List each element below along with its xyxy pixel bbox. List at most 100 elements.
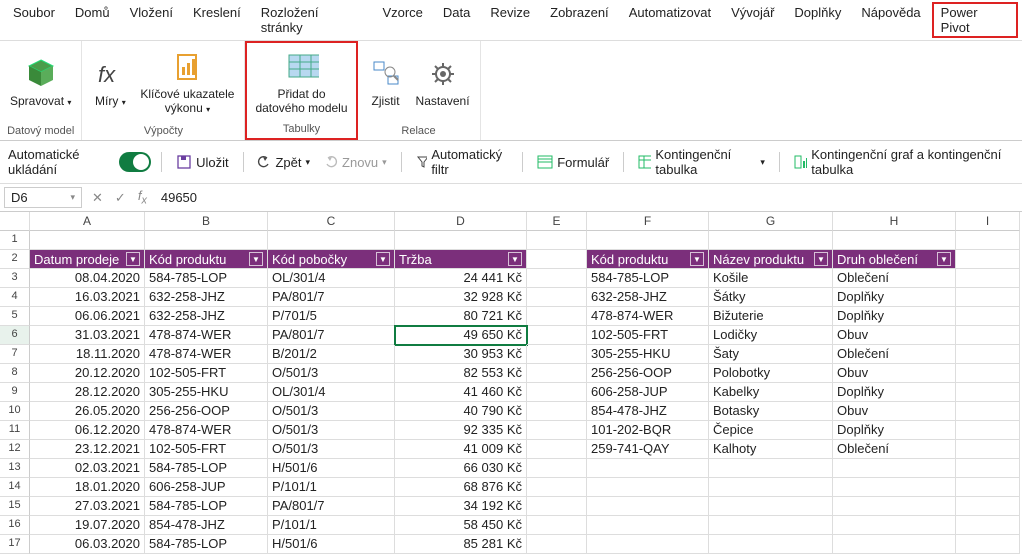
filter-button[interactable]: ▼ bbox=[376, 252, 390, 266]
filter-button[interactable]: ▼ bbox=[126, 252, 140, 266]
cell[interactable]: PA/801/7 bbox=[268, 326, 395, 345]
cell[interactable]: 606-258-JUP bbox=[587, 383, 709, 402]
cell[interactable]: O/501/3 bbox=[268, 421, 395, 440]
filter-button[interactable]: ▼ bbox=[814, 252, 828, 266]
cell[interactable] bbox=[527, 478, 587, 497]
cell[interactable] bbox=[145, 231, 268, 250]
cell[interactable]: 28.12.2020 bbox=[30, 383, 145, 402]
menu-item[interactable]: Nápověda bbox=[852, 2, 929, 38]
row-header[interactable]: 16 bbox=[0, 516, 30, 535]
cell[interactable] bbox=[527, 250, 587, 269]
cell[interactable]: Šátky bbox=[709, 288, 833, 307]
cell[interactable]: 854-478-JHZ bbox=[587, 402, 709, 421]
table-header[interactable]: Kód pobočky▼ bbox=[268, 250, 395, 269]
cell[interactable]: Doplňky bbox=[833, 383, 956, 402]
menu-item[interactable]: Power Pivot bbox=[932, 2, 1018, 38]
cell[interactable]: 584-785-LOP bbox=[587, 269, 709, 288]
cell[interactable] bbox=[956, 326, 1020, 345]
cell[interactable] bbox=[956, 402, 1020, 421]
cell[interactable]: 102-505-FRT bbox=[587, 326, 709, 345]
cell[interactable]: 102-505-FRT bbox=[145, 364, 268, 383]
cell[interactable]: 85 281 Kč bbox=[395, 535, 527, 554]
cell[interactable]: Košile bbox=[709, 269, 833, 288]
cell[interactable]: H/501/6 bbox=[268, 459, 395, 478]
cell[interactable]: P/101/1 bbox=[268, 516, 395, 535]
row-header[interactable]: 12 bbox=[0, 440, 30, 459]
cell[interactable] bbox=[395, 231, 527, 250]
row-header[interactable]: 15 bbox=[0, 497, 30, 516]
table-header[interactable]: Název produktu▼ bbox=[709, 250, 833, 269]
menu-item[interactable]: Soubor bbox=[4, 2, 64, 38]
zjistit-button[interactable]: Zjistit bbox=[362, 43, 410, 121]
cell[interactable] bbox=[527, 459, 587, 478]
cell[interactable]: 256-256-OOP bbox=[145, 402, 268, 421]
cell[interactable] bbox=[709, 231, 833, 250]
cell[interactable] bbox=[587, 459, 709, 478]
cell[interactable] bbox=[833, 516, 956, 535]
cancel-button[interactable]: ✕ bbox=[86, 190, 109, 206]
filter-button[interactable]: ▼ bbox=[937, 252, 951, 266]
cell[interactable]: OL/301/4 bbox=[268, 383, 395, 402]
cell[interactable] bbox=[30, 231, 145, 250]
cell[interactable]: 632-258-JHZ bbox=[587, 288, 709, 307]
cell[interactable] bbox=[527, 307, 587, 326]
cell[interactable]: 27.03.2021 bbox=[30, 497, 145, 516]
autosave-toggle[interactable] bbox=[119, 152, 151, 172]
row-header[interactable]: 13 bbox=[0, 459, 30, 478]
cell[interactable] bbox=[833, 497, 956, 516]
cell[interactable] bbox=[527, 326, 587, 345]
menu-item[interactable]: Vložení bbox=[121, 2, 182, 38]
cell[interactable] bbox=[956, 345, 1020, 364]
menu-item[interactable]: Kreslení bbox=[184, 2, 250, 38]
cell[interactable]: Oblečení bbox=[833, 440, 956, 459]
cell[interactable] bbox=[268, 231, 395, 250]
cell[interactable]: 584-785-LOP bbox=[145, 269, 268, 288]
cell[interactable]: 18.11.2020 bbox=[30, 345, 145, 364]
row-header[interactable]: 1 bbox=[0, 231, 30, 250]
menu-item[interactable]: Rozložení stránky bbox=[252, 2, 372, 38]
cell[interactable]: 102-505-FRT bbox=[145, 440, 268, 459]
cell[interactable] bbox=[587, 497, 709, 516]
cell[interactable] bbox=[587, 535, 709, 554]
cell[interactable]: Doplňky bbox=[833, 421, 956, 440]
nastaveni-button[interactable]: Nastavení bbox=[410, 43, 476, 121]
cell[interactable] bbox=[527, 535, 587, 554]
cell[interactable] bbox=[833, 459, 956, 478]
klicove-button[interactable]: Klíčové ukazatelevýkonu ▾ bbox=[134, 43, 240, 121]
cell[interactable]: 584-785-LOP bbox=[145, 535, 268, 554]
row-header[interactable]: 6 bbox=[0, 326, 30, 345]
cell[interactable]: 23.12.2021 bbox=[30, 440, 145, 459]
cell[interactable]: Lodičky bbox=[709, 326, 833, 345]
cell[interactable] bbox=[587, 478, 709, 497]
cell[interactable] bbox=[527, 269, 587, 288]
cell[interactable] bbox=[956, 516, 1020, 535]
cell[interactable]: 06.03.2020 bbox=[30, 535, 145, 554]
cell[interactable]: Kabelky bbox=[709, 383, 833, 402]
cell[interactable]: Obuv bbox=[833, 326, 956, 345]
row-header[interactable]: 11 bbox=[0, 421, 30, 440]
cell[interactable]: Doplňky bbox=[833, 288, 956, 307]
cell[interactable]: 606-258-JUP bbox=[145, 478, 268, 497]
column-header[interactable]: C bbox=[268, 212, 395, 231]
column-header[interactable]: D bbox=[395, 212, 527, 231]
cell[interactable]: 305-255-HKU bbox=[145, 383, 268, 402]
cell[interactable]: O/501/3 bbox=[268, 402, 395, 421]
cell[interactable]: B/201/2 bbox=[268, 345, 395, 364]
cell[interactable] bbox=[709, 516, 833, 535]
table-header[interactable]: Datum prodeje▼ bbox=[30, 250, 145, 269]
cell[interactable]: 41 009 Kč bbox=[395, 440, 527, 459]
accept-button[interactable]: ✓ bbox=[109, 190, 132, 206]
cell[interactable] bbox=[833, 478, 956, 497]
menu-item[interactable]: Domů bbox=[66, 2, 119, 38]
cell[interactable]: 82 553 Kč bbox=[395, 364, 527, 383]
menu-item[interactable]: Data bbox=[434, 2, 479, 38]
cell[interactable] bbox=[956, 535, 1020, 554]
cell[interactable]: Botasky bbox=[709, 402, 833, 421]
cell[interactable]: Bižuterie bbox=[709, 307, 833, 326]
cell[interactable] bbox=[709, 535, 833, 554]
pivotchart-button[interactable]: Kontingenční graf a kontingenční tabulka bbox=[790, 145, 1014, 179]
cell[interactable]: P/101/1 bbox=[268, 478, 395, 497]
cell[interactable] bbox=[709, 478, 833, 497]
cell[interactable]: 02.03.2021 bbox=[30, 459, 145, 478]
cell[interactable] bbox=[709, 497, 833, 516]
